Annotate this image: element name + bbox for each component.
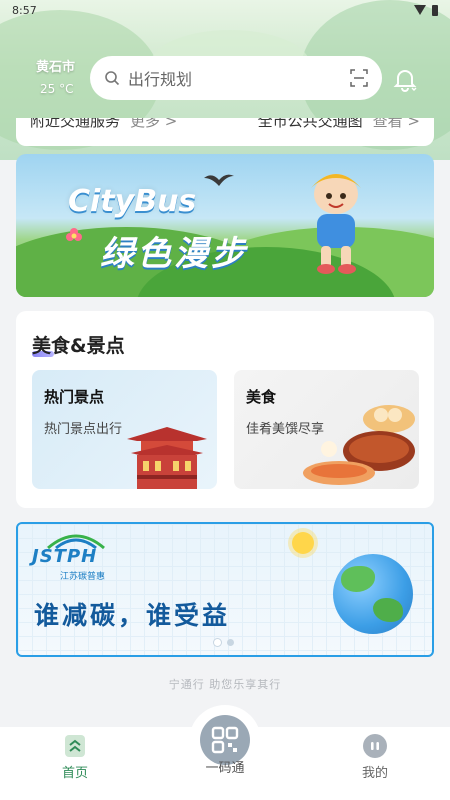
tab-label: 首页 xyxy=(61,766,88,781)
bird-icon xyxy=(204,174,234,186)
food-scenic-card: 美食&景点 热门景点 热门景点出行 美食 佳肴美馔尽享 xyxy=(16,311,434,508)
home-icon xyxy=(65,735,85,757)
carousel-dot-active[interactable] xyxy=(214,639,221,646)
search-placeholder: 出行规划 xyxy=(128,70,193,89)
child-illustration xyxy=(311,174,361,274)
view-link[interactable]: 查看 > xyxy=(373,118,420,131)
quick-link-label: 附近交通服务 xyxy=(30,118,121,130)
tile-subtitle: 热门景点出行 xyxy=(44,422,123,437)
banner-slogan: 谁减碳，谁受益 xyxy=(34,601,231,630)
tab-me[interactable]: 我的 xyxy=(320,727,430,781)
scan-icon[interactable] xyxy=(350,69,368,87)
tile-title: 热门景点 xyxy=(44,388,105,406)
header: 黄石市 25 °C 出行规划 xyxy=(0,50,450,110)
flower-icon xyxy=(66,228,82,241)
scenic-spots-tile[interactable]: 热门景点 热门景点出行 xyxy=(32,370,217,489)
battery-icon xyxy=(432,4,438,16)
footer-slogan: 宁通行 助您乐享其行 xyxy=(168,678,282,691)
status-time: 8:57 xyxy=(12,3,37,17)
banner-subtitle: 绿色漫步 xyxy=(100,234,248,274)
sun-icon xyxy=(292,532,314,554)
globe-illustration xyxy=(333,554,413,634)
quick-link-transit-map[interactable]: 全市公共交通图 查看 > xyxy=(258,118,420,131)
section-title: 美食&景点 xyxy=(32,335,125,357)
bottom-tab-bar: 首页 一码通 我的 xyxy=(0,705,450,800)
wifi-icon xyxy=(414,5,426,15)
tab-home[interactable]: 首页 xyxy=(20,727,130,781)
tab-label: 我的 xyxy=(361,766,388,781)
search-bar[interactable]: 出行规划 xyxy=(90,56,382,100)
pagoda-illustration xyxy=(127,427,207,489)
search-icon xyxy=(105,71,120,86)
quick-link-nearby-transport[interactable]: 附近交通服务 更多 > xyxy=(30,118,177,131)
status-bar: 8:57 xyxy=(0,0,450,20)
quick-links-bar: 附近交通服务 更多 > 全市公共交通图 查看 > xyxy=(16,118,434,146)
jstph-logo-subtitle: 江苏碳普惠 xyxy=(60,572,106,582)
profile-icon xyxy=(363,734,387,758)
food-illustration xyxy=(303,405,415,485)
qr-code-icon xyxy=(211,726,239,754)
banner-title: CityBus xyxy=(68,184,197,219)
bell-icon[interactable] xyxy=(392,66,418,92)
more-link[interactable]: 更多 > xyxy=(130,118,177,131)
city-name[interactable]: 黄石市 xyxy=(36,56,75,75)
citybus-banner[interactable]: CityBus 绿色漫步 xyxy=(16,154,434,297)
tile-title: 美食 xyxy=(246,388,277,406)
tab-label-code[interactable]: 一码通 xyxy=(170,757,280,776)
carousel-indicator xyxy=(214,639,234,646)
quick-link-label: 全市公共交通图 xyxy=(257,118,363,130)
carousel-dot[interactable] xyxy=(227,639,234,646)
temperature: 25 °C xyxy=(40,82,74,96)
carbon-credit-banner[interactable]: JSTPH 江苏碳普惠 谁减碳，谁受益 xyxy=(16,522,434,657)
food-tile[interactable]: 美食 佳肴美馔尽享 xyxy=(234,370,419,489)
jstph-logo-text: JSTPH xyxy=(32,546,98,567)
